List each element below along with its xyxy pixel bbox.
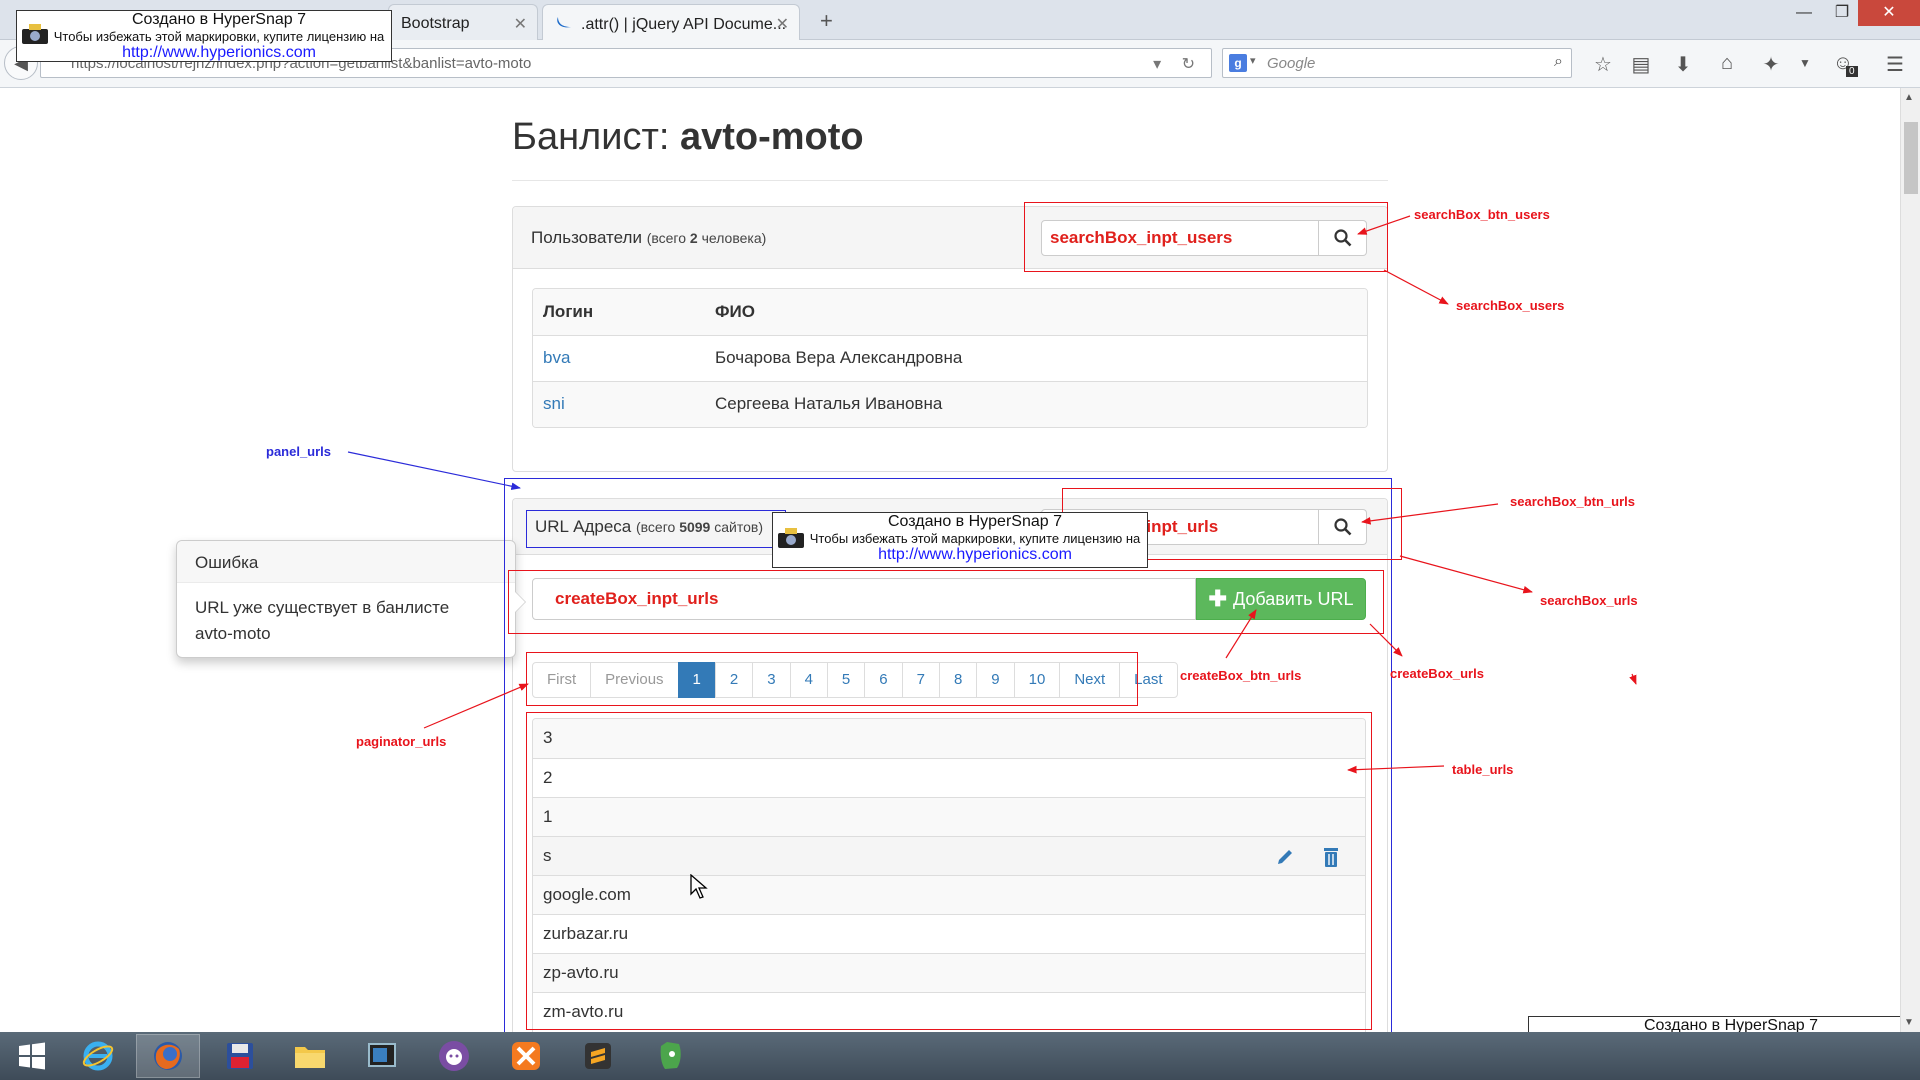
notification-icon[interactable]: ☺ 0 xyxy=(1828,52,1858,77)
firefox-icon[interactable] xyxy=(136,1034,200,1078)
tab-label: Bootstrap xyxy=(401,15,470,32)
users-panel-caption: Пользователи (всего 2 человека) xyxy=(531,228,767,247)
popover-title: Ошибка xyxy=(177,541,515,583)
chevron-down-icon[interactable]: ▾ xyxy=(1250,54,1256,67)
annotation-box-createbox-urls xyxy=(508,570,1384,634)
annotation-label: table_urls xyxy=(1452,762,1514,777)
evernote-icon[interactable] xyxy=(638,1034,702,1078)
user-name: Сергеева Наталья Ивановна xyxy=(705,380,1367,427)
bookmark-star-icon[interactable]: ☆ xyxy=(1588,52,1618,77)
github-icon[interactable] xyxy=(422,1034,486,1078)
browser-search-input[interactable]: g ▾ Google ⌕ xyxy=(1222,48,1572,78)
search-icon[interactable]: ⌕ xyxy=(1554,53,1563,71)
tab-close-icon[interactable]: ✕ xyxy=(776,14,789,34)
annotation-label: panel_urls xyxy=(266,444,332,459)
reading-list-icon[interactable]: ▤ xyxy=(1626,52,1656,77)
terminal-icon[interactable] xyxy=(350,1034,414,1078)
banlist-name: avto-moto xyxy=(679,116,864,158)
page-title: Банлист: avto-moto xyxy=(512,116,864,158)
annotation-label: createBox_urls xyxy=(1390,666,1484,681)
hypersnap-watermark: Создано в HyperSnap 7 Чтобы избежать это… xyxy=(772,512,1148,568)
annotation-label: searchBox_btn_users xyxy=(1414,207,1550,222)
tab-close-icon[interactable]: ✕ xyxy=(514,14,527,34)
annotation-label: createBox_btn_urls xyxy=(1180,668,1302,683)
user-login-link[interactable]: sni xyxy=(543,394,565,413)
scroll-down-icon[interactable]: ▼ xyxy=(1904,1017,1914,1028)
scroll-up-icon[interactable]: ▲ xyxy=(1904,92,1914,103)
tab-bootstrap[interactable]: Bootstrap ✕ xyxy=(388,4,538,40)
table-row: sni Сергеева Наталья Ивановна xyxy=(533,380,1367,427)
menu-icon[interactable]: ☰ xyxy=(1880,52,1910,77)
error-popover: Ошибка URL уже существует в банлисте avt… xyxy=(176,540,526,658)
column-login: Логин xyxy=(543,301,594,321)
annotation-label: searchBox_btn_urls xyxy=(1510,494,1635,509)
new-tab-button[interactable]: + xyxy=(820,8,833,34)
xampp-icon[interactable] xyxy=(494,1034,558,1078)
search-placeholder: Google xyxy=(1267,55,1316,72)
jquery-icon xyxy=(557,17,571,28)
hypersnap-watermark: Создано в HyperSnap 7 Чтобы избежать это… xyxy=(16,10,392,62)
camera-icon xyxy=(778,528,804,548)
annotation-box-searchbox-users xyxy=(1024,202,1388,272)
google-icon: g xyxy=(1229,54,1247,72)
annotation-label: searchBox_users xyxy=(1456,298,1565,313)
download-icon[interactable]: ⬇ xyxy=(1668,52,1698,77)
camera-icon xyxy=(22,24,48,44)
page-scrollbar[interactable]: ▲ ▼ xyxy=(1900,88,1920,1032)
annotation-label: searchBox_urls xyxy=(1540,593,1638,608)
scrollbar-thumb[interactable] xyxy=(1904,122,1918,194)
save-disk-icon[interactable] xyxy=(208,1034,272,1078)
file-explorer-icon[interactable] xyxy=(278,1034,342,1078)
chevron-down-icon[interactable]: ▼ xyxy=(1790,56,1820,70)
title-divider xyxy=(512,180,1388,181)
tab-jquery-attr[interactable]: .attr() | jQuery API Docume... ✕ xyxy=(542,4,800,40)
notification-count: 0 xyxy=(1846,66,1858,77)
reload-icon[interactable]: ▾ ↻ xyxy=(1153,54,1203,74)
home-icon[interactable]: ⌂ xyxy=(1712,52,1742,75)
tab-label: .attr() | jQuery API Docume... xyxy=(581,16,787,33)
windows-start-icon[interactable] xyxy=(0,1034,64,1078)
column-fio: ФИО xyxy=(715,301,755,321)
windows-taskbar xyxy=(0,1032,1920,1080)
table-row: bva Бочарова Вера Александровна xyxy=(533,334,1367,381)
annotation-label: paginator_urls xyxy=(356,734,447,749)
users-count: 2 xyxy=(689,230,698,246)
user-name: Бочарова Вера Александровна xyxy=(705,334,1367,381)
extension-icon[interactable]: ✦ xyxy=(1756,52,1786,77)
popover-content: URL уже существует в банлисте avto-moto xyxy=(195,598,450,643)
users-table: Логин ФИО bva Бочарова Вера Александровн… xyxy=(532,288,1368,428)
annotation-box-paginator xyxy=(526,652,1138,706)
sublime-text-icon[interactable] xyxy=(566,1034,630,1078)
annotation-box-table-urls xyxy=(526,712,1372,1030)
users-table-header: Логин ФИО xyxy=(533,289,1367,335)
user-login-link[interactable]: bva xyxy=(543,348,570,367)
internet-explorer-icon[interactable] xyxy=(66,1034,130,1078)
annotation-box-panel-heading xyxy=(526,510,786,548)
window-close-button[interactable]: ✕ xyxy=(1858,0,1920,26)
